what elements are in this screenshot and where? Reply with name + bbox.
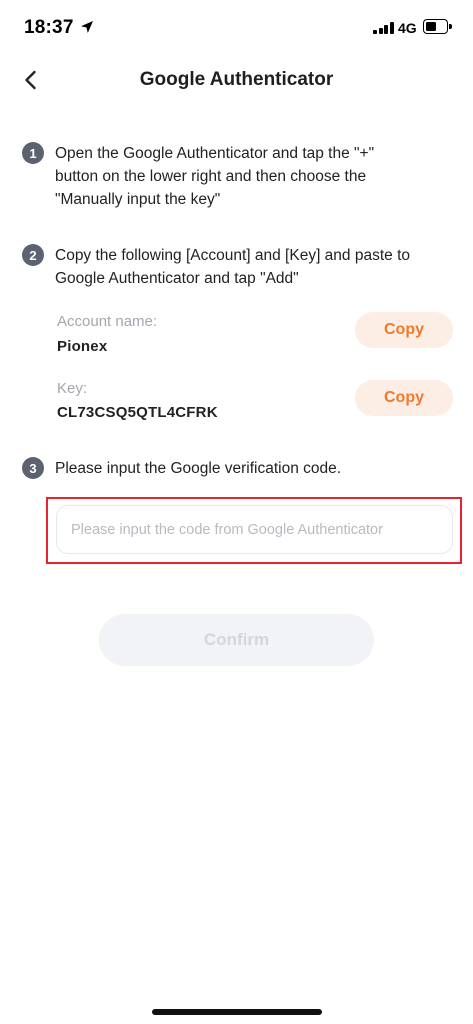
- nav-header: Google Authenticator: [0, 56, 473, 106]
- network-label: 4G: [398, 20, 417, 36]
- confirm-button[interactable]: Confirm: [99, 614, 374, 666]
- step-2-text: Copy the following [Account] and [Key] a…: [55, 244, 445, 290]
- key-value: CL73CSQ5QTL4CFRK: [57, 404, 218, 421]
- step-3: 3 Please input the Google verification c…: [22, 457, 452, 481]
- key-label: Key:: [57, 380, 88, 397]
- page-title: Google Authenticator: [139, 69, 334, 90]
- signal-bars-icon: [373, 22, 394, 34]
- step-1-text: Open the Google Authenticator and tap th…: [55, 142, 445, 211]
- verification-code-input[interactable]: [56, 505, 453, 554]
- screen: 18:37 4G Google Authenticator 1 Open the…: [0, 0, 473, 1024]
- account-name-label: Account name:: [57, 313, 158, 330]
- step-2-line-2: Google Authenticator and tap "Add": [55, 270, 299, 287]
- step-1-line-2: button on the lower right and then choos…: [55, 168, 367, 185]
- home-indicator[interactable]: [152, 1009, 322, 1015]
- battery-icon: [423, 19, 453, 35]
- step-3-text: Please input the Google verification cod…: [55, 457, 445, 480]
- status-time: 18:37: [24, 17, 74, 38]
- status-bar: 18:37 4G: [0, 0, 473, 56]
- step-2-line-1: Copy the following [Account] and [Key] a…: [55, 247, 411, 264]
- step-number-badge: 2: [22, 244, 44, 266]
- step-1-line-1: Open the Google Authenticator and tap th…: [55, 145, 375, 162]
- step-3-line-1: Please input the Google verification cod…: [55, 460, 342, 477]
- location-arrow-icon: [81, 21, 93, 33]
- copy-key-button[interactable]: Copy: [355, 380, 453, 416]
- copy-account-button[interactable]: Copy: [355, 312, 453, 348]
- step-2: 2 Copy the following [Account] and [Key]…: [22, 244, 452, 292]
- step-number-badge: 1: [22, 142, 44, 164]
- account-name-value: Pionex: [57, 338, 108, 355]
- step-1: 1 Open the Google Authenticator and tap …: [22, 142, 452, 214]
- step-1-line-3: "Manually input the key": [55, 191, 221, 208]
- step-number-badge: 3: [22, 457, 44, 479]
